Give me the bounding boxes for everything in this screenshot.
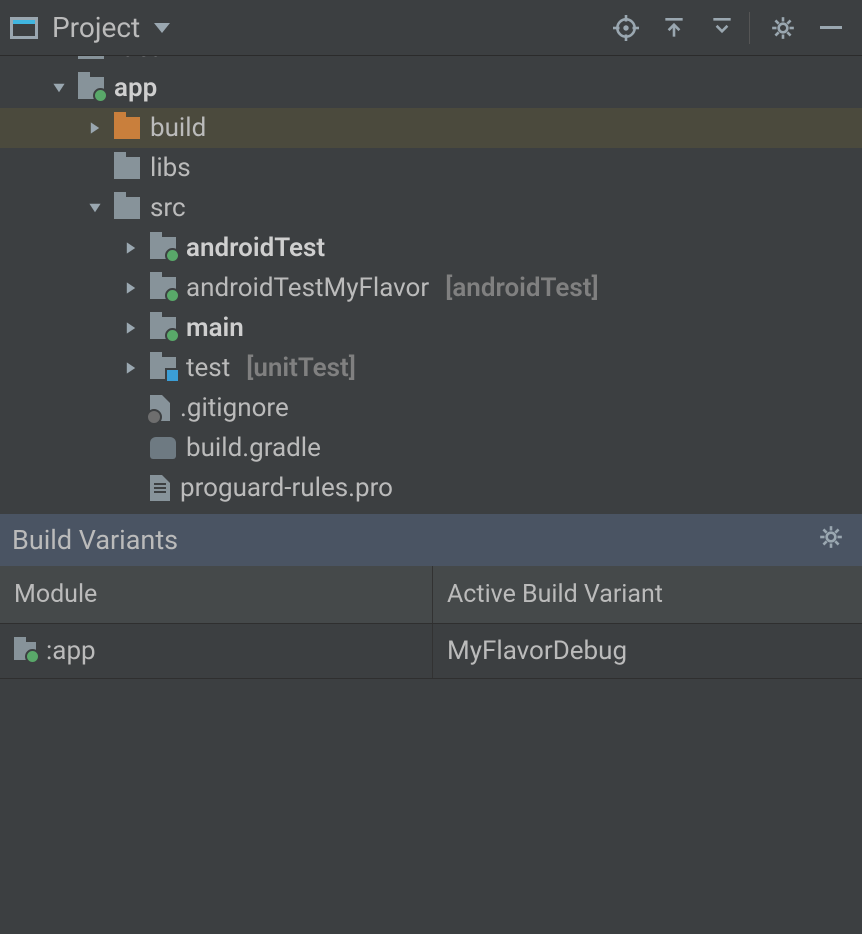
tree-row-app[interactable]: app — [0, 68, 862, 108]
chevron-right-icon[interactable] — [122, 281, 140, 295]
col-header-module: Module — [0, 566, 432, 623]
panel-title: Build Variants — [12, 524, 178, 556]
node-suffix: [androidTest] — [445, 273, 598, 303]
project-window-icon — [10, 17, 38, 39]
tree-row-androidtest[interactable]: androidTest — [0, 228, 862, 268]
minimize-icon[interactable] — [810, 7, 852, 49]
chevron-down-icon[interactable] — [86, 201, 104, 215]
variants-table-header: Module Active Build Variant — [0, 566, 862, 624]
chevron-down-icon[interactable] — [50, 81, 68, 95]
locate-icon[interactable] — [605, 7, 647, 49]
gear-icon[interactable] — [762, 7, 804, 49]
node-label: proguard-rules.pro — [180, 473, 393, 503]
node-label: androidTestMyFlavor — [186, 273, 429, 303]
variants-table-row[interactable]: :app MyFlavorDebug — [0, 624, 862, 679]
gear-icon[interactable] — [818, 524, 844, 557]
tree-row-main[interactable]: main — [0, 308, 862, 348]
collapse-all-icon[interactable] — [701, 7, 743, 49]
module-folder-icon — [78, 77, 104, 99]
tree-row-build[interactable]: build — [0, 108, 862, 148]
text-file-icon — [150, 475, 170, 501]
variant-value: MyFlavorDebug — [447, 636, 627, 666]
node-label: app — [114, 73, 157, 103]
build-folder-icon — [114, 117, 140, 139]
gitignore-file-icon — [150, 395, 170, 421]
node-suffix: [unitTest] — [246, 353, 356, 383]
node-label: build — [150, 113, 206, 143]
node-label: .gitignore — [180, 393, 289, 423]
expand-all-icon[interactable] — [653, 7, 695, 49]
tree-row-libs[interactable]: libs — [0, 148, 862, 188]
chevron-right-icon[interactable] — [122, 361, 140, 375]
tree-row-androidtestmyflavor[interactable]: androidTestMyFlavor [androidTest] — [0, 268, 862, 308]
tree-row-gitignore[interactable]: .gitignore — [0, 388, 862, 428]
tree-row-clipped: Idea — [0, 56, 862, 68]
node-label: androidTest — [186, 233, 325, 263]
col-header-variant: Active Build Variant — [432, 566, 862, 623]
view-dropdown-icon[interactable] — [154, 23, 170, 33]
sourceset-folder-icon — [150, 237, 176, 259]
module-name: :app — [46, 636, 96, 666]
toolbar-divider — [749, 12, 750, 44]
folder-icon — [114, 197, 140, 219]
project-toolbar: Project — [0, 0, 862, 56]
node-label: src — [150, 193, 186, 223]
chevron-right-icon[interactable] — [122, 321, 140, 335]
tree-row-proguard[interactable]: proguard-rules.pro — [0, 468, 862, 508]
sourceset-folder-icon — [150, 277, 176, 299]
gradle-file-icon — [150, 437, 176, 459]
node-label: test — [186, 353, 230, 383]
tree-row-buildgradle[interactable]: build.gradle — [0, 428, 862, 468]
test-folder-icon — [150, 357, 176, 379]
node-label: libs — [150, 153, 191, 183]
cell-active-variant[interactable]: MyFlavorDebug — [432, 624, 862, 678]
tree-row-test[interactable]: test [unitTest] — [0, 348, 862, 388]
chevron-right-icon[interactable] — [122, 241, 140, 255]
module-folder-icon — [14, 642, 36, 660]
tree-row-src[interactable]: src — [0, 188, 862, 228]
chevron-right-icon[interactable] — [86, 121, 104, 135]
cell-module: :app — [0, 624, 432, 678]
project-tree: Idea app build libs src androidTest andr… — [0, 56, 862, 508]
variants-empty-area — [0, 679, 862, 934]
node-label: main — [186, 313, 244, 343]
build-variants-header: Build Variants — [0, 514, 862, 566]
node-label: build.gradle — [186, 433, 321, 463]
panel-title[interactable]: Project — [52, 11, 140, 44]
folder-icon — [114, 157, 140, 179]
sourceset-folder-icon — [150, 317, 176, 339]
